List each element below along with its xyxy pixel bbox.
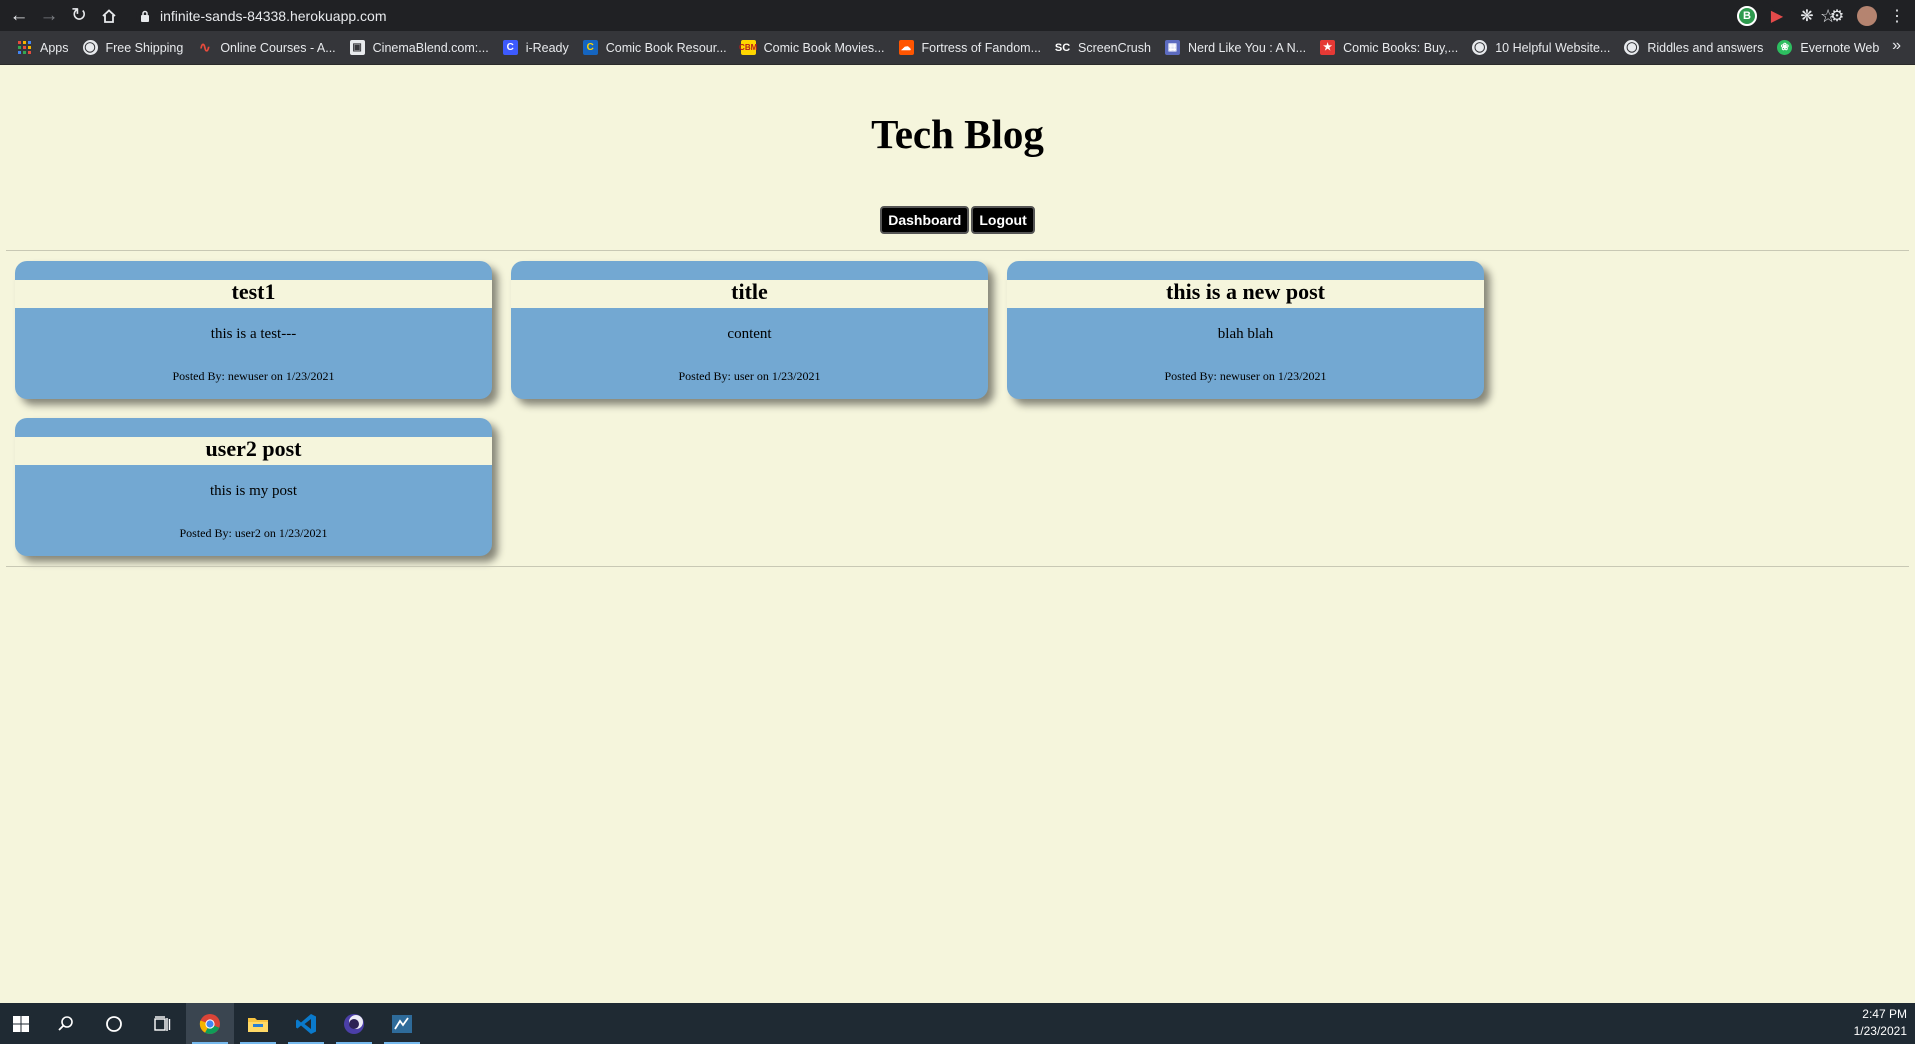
bookmark-label: Fortress of Fandom... bbox=[921, 40, 1042, 55]
post-card[interactable]: this is a new post blah blah Posted By: … bbox=[1007, 261, 1484, 399]
cinemablend-icon: ▣ bbox=[349, 40, 365, 55]
star-badge-icon: ★ bbox=[1320, 40, 1336, 55]
bookmark-apps[interactable]: Apps bbox=[10, 34, 76, 62]
chrome-icon[interactable] bbox=[186, 1003, 234, 1044]
lock-icon bbox=[136, 2, 154, 29]
clock-date: 1/23/2021 bbox=[1853, 1024, 1907, 1038]
bookmark-label: i-Ready bbox=[525, 40, 569, 55]
post-content: content bbox=[727, 326, 772, 342]
bookmark-label: 10 Helpful Website... bbox=[1495, 40, 1611, 55]
bookmark-online-courses[interactable]: ∿ Online Courses - A... bbox=[190, 34, 342, 62]
iready-icon: C bbox=[502, 40, 518, 55]
bookmark-label: CinemaBlend.com:... bbox=[372, 40, 489, 55]
page-content: Tech Blog Dashboard Logout test1 this is… bbox=[0, 66, 1915, 1003]
post-title: user2 post bbox=[205, 436, 302, 461]
reload-icon[interactable]: ↻ bbox=[64, 0, 94, 31]
bookmark-cinemablend[interactable]: ▣ CinemaBlend.com:... bbox=[343, 34, 496, 62]
windows-start-icon[interactable] bbox=[0, 1003, 42, 1044]
bookmark-screencrush[interactable]: SC ScreenCrush bbox=[1048, 34, 1158, 62]
file-explorer-icon[interactable] bbox=[234, 1003, 282, 1044]
logout-button[interactable]: Logout bbox=[971, 206, 1035, 234]
post-meta: Posted By: user2 on 1/23/2021 bbox=[179, 526, 328, 540]
apps-grid-icon bbox=[17, 40, 32, 55]
bookmark-label: Apps bbox=[40, 40, 69, 55]
profile-avatar[interactable] bbox=[1857, 5, 1877, 26]
bookmark-label: Comic Books: Buy,... bbox=[1343, 40, 1459, 55]
bookmark-riddles[interactable]: ◯ Riddles and answers bbox=[1617, 34, 1770, 62]
home-icon[interactable] bbox=[94, 0, 124, 31]
post-card[interactable]: user2 post this is my post Posted By: us… bbox=[15, 418, 492, 556]
bookmarks-bar: Apps ◯ Free Shipping ∿ Online Courses - A.… bbox=[0, 31, 1915, 65]
post-meta: Posted By: newuser on 1/23/2021 bbox=[172, 369, 335, 383]
post-card[interactable]: test1 this is a test--- Posted By: newus… bbox=[15, 261, 492, 399]
extensions-area: B ▶ ❋ ⚙ ⋮ bbox=[1737, 0, 1907, 31]
cortana-icon[interactable] bbox=[90, 1003, 138, 1044]
bookmark-label: Online Courses - A... bbox=[220, 40, 336, 55]
bookmark-label: Evernote Web bbox=[1800, 40, 1880, 55]
post-card[interactable]: title content Posted By: user on 1/23/20… bbox=[511, 261, 988, 399]
bookmark-label: Riddles and answers bbox=[1647, 40, 1764, 55]
header-nav: Dashboard Logout bbox=[0, 206, 1915, 234]
globe-icon: ◯ bbox=[82, 40, 98, 55]
post-meta: Posted By: newuser on 1/23/2021 bbox=[1164, 369, 1327, 383]
browser-toolbar: ← → ↻ infinite-sands-84338.herokuapp.com… bbox=[0, 0, 1915, 31]
more-bookmarks-chevron-icon[interactable]: » bbox=[1892, 37, 1901, 55]
bookmark-label: Comic Book Movies... bbox=[763, 40, 885, 55]
mysql-workbench-icon[interactable] bbox=[378, 1003, 426, 1044]
bookmark-label: Comic Book Resour... bbox=[605, 40, 727, 55]
bookmark-comic-book-movies[interactable]: CBM Comic Book Movies... bbox=[734, 34, 892, 62]
post-content: this is my post bbox=[209, 483, 298, 499]
evernote-icon: ❀ bbox=[1777, 40, 1793, 55]
bookmark-evernote[interactable]: ❀ Evernote Web bbox=[1770, 34, 1886, 62]
eclipse-icon[interactable] bbox=[330, 1003, 378, 1044]
bookmark-comic-books-buy[interactable]: ★ Comic Books: Buy,... bbox=[1313, 34, 1465, 62]
bookmark-fortress-of-fandom[interactable]: ☁ Fortress of Fandom... bbox=[892, 34, 1048, 62]
menu-kebab-icon[interactable]: ⋮ bbox=[1887, 6, 1907, 26]
post-meta: Posted By: user on 1/23/2021 bbox=[678, 369, 821, 383]
bookmark-label: Free Shipping bbox=[105, 40, 184, 55]
post-content: blah blah bbox=[1217, 326, 1274, 342]
post-title: this is a new post bbox=[1166, 279, 1325, 304]
react-devtools-icon[interactable]: ❋ bbox=[1797, 6, 1817, 26]
vscode-icon[interactable] bbox=[282, 1003, 330, 1044]
bookmark-label: ScreenCrush bbox=[1078, 40, 1151, 55]
forward-arrow-icon[interactable]: → bbox=[34, 0, 64, 31]
bookmark-comic-book-resources[interactable]: C Comic Book Resour... bbox=[576, 34, 734, 62]
system-clock[interactable]: 2:47 PM 1/23/2021 bbox=[1854, 1006, 1907, 1040]
soundcloud-icon: ☁ bbox=[898, 40, 914, 55]
back-arrow-icon[interactable]: ← bbox=[4, 0, 34, 31]
extension-badge-icon[interactable]: B bbox=[1737, 5, 1757, 26]
bookmark-free-shipping[interactable]: ◯ Free Shipping bbox=[76, 34, 191, 62]
screencast-extension-icon[interactable]: ▶ bbox=[1767, 6, 1787, 26]
dashboard-button[interactable]: Dashboard bbox=[880, 206, 970, 234]
globe-icon: ◯ bbox=[1624, 40, 1640, 55]
cbm-icon: CBM bbox=[739, 40, 757, 55]
task-view-icon[interactable] bbox=[138, 1003, 186, 1044]
bottom-divider bbox=[6, 566, 1909, 567]
page-title: Tech Blog bbox=[871, 111, 1044, 157]
courses-icon: ∿ bbox=[198, 39, 211, 55]
url-text: infinite-sands-84338.herokuapp.com bbox=[160, 7, 387, 24]
post-content: this is a test--- bbox=[210, 326, 297, 342]
clock-time: 2:47 PM bbox=[1862, 1007, 1907, 1021]
bookmark-label: Nerd Like You : A N... bbox=[1187, 40, 1307, 55]
bookmark-nerd-like-you[interactable]: ▦ Nerd Like You : A N... bbox=[1158, 34, 1313, 62]
globe-icon: ◯ bbox=[1472, 40, 1488, 55]
search-icon[interactable] bbox=[42, 1003, 90, 1044]
post-title: test1 bbox=[231, 279, 276, 304]
top-divider bbox=[6, 250, 1909, 251]
grid-icon: ▦ bbox=[1164, 40, 1180, 55]
post-title: title bbox=[731, 279, 768, 304]
bookmark-iready[interactable]: Ci-Ready bbox=[496, 34, 576, 62]
windows-taskbar: 2:47 PM 1/23/2021 bbox=[0, 1003, 1915, 1044]
address-bar[interactable]: infinite-sands-84338.herokuapp.com ☆ bbox=[136, 2, 1836, 29]
screencrush-icon: SC bbox=[1054, 41, 1071, 54]
extensions-puzzle-icon[interactable]: ⚙ bbox=[1827, 6, 1847, 26]
bookmark-10-helpful-websites[interactable]: ◯ 10 Helpful Website... bbox=[1465, 34, 1617, 62]
cbr-icon: C bbox=[582, 40, 598, 55]
